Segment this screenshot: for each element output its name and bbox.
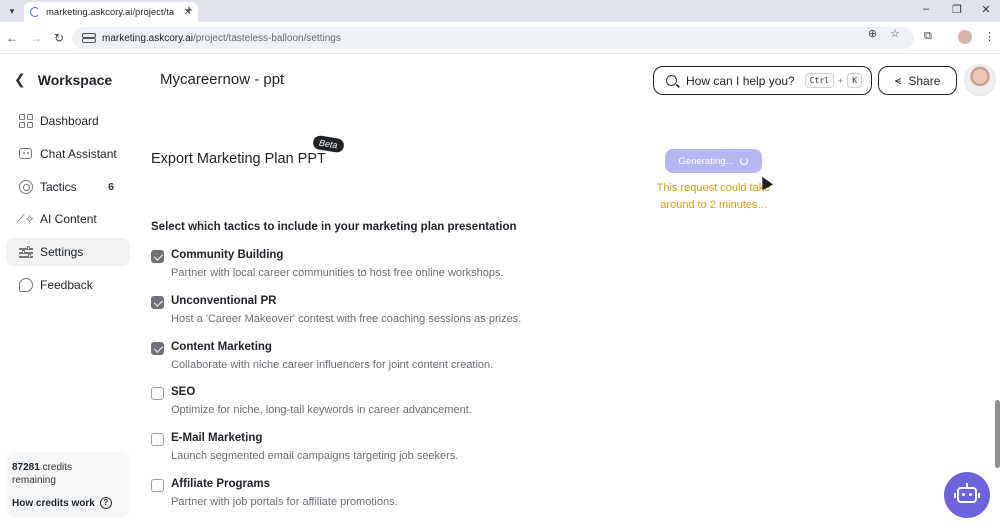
extensions-puzzle-icon[interactable]: ⧉ — [924, 30, 932, 43]
tactic-description: Optimize for niche, long-tail keywords i… — [171, 404, 472, 416]
chat-bubble-icon — [18, 277, 33, 292]
tactics-count-badge: 6 — [108, 180, 114, 193]
spinner-icon — [740, 157, 749, 165]
browser-tab[interactable]: marketing.askcory.ai/project/ta ✕ — [24, 2, 198, 22]
page-scrollbar[interactable] — [995, 400, 1000, 468]
close-window-icon[interactable]: ✕ — [978, 3, 994, 16]
askcory-favicon-icon — [30, 7, 40, 17]
new-tab-plus-icon[interactable]: + — [182, 3, 196, 17]
credits-remaining-label: remaining — [12, 475, 56, 486]
search-icon — [666, 75, 677, 86]
tactic-name: Content Marketing — [171, 341, 272, 353]
how-credits-work-label: How credits work — [12, 497, 95, 509]
robot-icon — [954, 483, 980, 503]
tactic-description: Host a 'Career Makeover' contest with fr… — [171, 313, 522, 325]
tactic-checkbox[interactable] — [151, 433, 164, 446]
restore-window-icon[interactable]: ❐ — [949, 3, 965, 16]
generating-button[interactable]: Generating... — [665, 149, 762, 173]
kbd-ctrl: Ctrl — [804, 73, 834, 88]
sidebar-nav: Dashboard Chat Assistant Tactics 6 ⟋✧ AI… — [6, 107, 130, 304]
tactic-checkbox[interactable] — [151, 250, 164, 263]
sidebar: ❮ Workspace Dashboard Chat Assistant Tac… — [0, 54, 140, 528]
sidebar-item-chat-assistant[interactable]: Chat Assistant — [6, 140, 130, 168]
workspace-label: Workspace — [37, 71, 113, 88]
browser-toolbar: ← → ↻ marketing.askcory.ai/project/taste… — [0, 22, 1000, 54]
user-avatar[interactable] — [964, 64, 996, 96]
chevron-left-icon: ❮ — [14, 71, 26, 87]
share-icon: ⪪ — [894, 73, 902, 87]
tactic-checkbox[interactable] — [151, 387, 164, 400]
browser-menu-kebab-icon[interactable]: ⋮ — [984, 30, 995, 43]
sidebar-item-tactics[interactable]: Tactics 6 — [6, 173, 130, 201]
kbd-k: K — [847, 73, 863, 88]
tactic-name: SEO — [171, 386, 196, 398]
sidebar-item-label: Dashboard — [40, 114, 99, 128]
tactic-checkbox[interactable] — [151, 296, 164, 309]
back-arrow-icon[interactable]: ← — [4, 30, 20, 46]
credits-card: 87281 credits remaining How credits work … — [6, 452, 130, 517]
tactic-description: Partner with local career communities to… — [171, 267, 504, 279]
tactic-name: Affiliate Programs — [171, 478, 271, 490]
project-title: Mycareernow - ppt — [160, 71, 285, 88]
credits-count: 87281 — [12, 462, 40, 473]
magic-wand-icon: ⟋✧ — [16, 211, 35, 226]
credits-suffix: credits — [42, 462, 73, 473]
share-button[interactable]: ⪪ Share — [878, 66, 957, 95]
bot-icon — [18, 146, 33, 161]
reload-icon[interactable]: ↻ — [51, 30, 67, 46]
minimize-window-icon[interactable]: – — [918, 3, 934, 15]
tactics-select-label: Select which tactics to include in your … — [151, 221, 517, 233]
url-domain: marketing.askcory.ai — [102, 32, 193, 44]
credits-remaining-text: 87281 credits remaining — [12, 461, 124, 487]
export-section-title: Export Marketing Plan PPT — [151, 151, 326, 167]
tactic-description: Launch segmented email campaigns targeti… — [171, 450, 459, 462]
dashboard-icon — [18, 114, 33, 129]
settings-main: Export Marketing Plan PPT Beta Generatin… — [150, 106, 990, 528]
tab-search-chevron-icon[interactable]: ▾ — [4, 4, 20, 18]
tactic-name: E-Mail Marketing — [171, 432, 263, 444]
sidebar-item-ai-content[interactable]: ⟋✧ AI Content — [6, 205, 130, 233]
chat-assistant-fab[interactable] — [944, 472, 990, 518]
sidebar-item-dashboard[interactable]: Dashboard — [6, 107, 130, 135]
generating-label: Generating... — [678, 155, 734, 167]
tactic-checkbox[interactable] — [151, 479, 164, 492]
bookmark-star-icon[interactable]: ☆ — [890, 27, 900, 40]
tactic-checkbox[interactable] — [151, 342, 164, 355]
browser-profile-avatar[interactable] — [958, 30, 972, 44]
browser-tabstrip: ▾ marketing.askcory.ai/project/ta ✕ + – … — [0, 0, 1000, 22]
target-icon — [18, 179, 33, 194]
tactic-name: Community Building — [171, 249, 284, 261]
how-credits-work-link[interactable]: How credits work ? — [12, 497, 124, 509]
sidebar-item-label: Tactics — [40, 179, 77, 194]
question-mark-icon: ? — [99, 497, 112, 509]
share-label: Share — [908, 73, 941, 88]
address-bar[interactable]: marketing.askcory.ai/project/tasteless-b… — [72, 27, 914, 49]
help-search-button[interactable]: How can I help you? Ctrl + K — [653, 66, 872, 95]
sidebar-item-label: Settings — [40, 245, 84, 260]
zoom-icon[interactable]: ⊕ — [868, 27, 877, 40]
workspace-back-link[interactable]: ❮ Workspace — [14, 71, 112, 88]
tactic-description: Partner with job portals for affiliate p… — [171, 496, 398, 508]
sidebar-item-settings[interactable]: Settings — [6, 238, 130, 267]
tactic-name: Unconventional PR — [171, 295, 277, 307]
kbd-plus: + — [838, 75, 844, 86]
sidebar-item-label: Chat Assistant — [40, 146, 117, 161]
sidebar-item-label: AI Content — [40, 212, 97, 227]
browser-tab-title: marketing.askcory.ai/project/ta — [46, 6, 175, 18]
sliders-icon — [18, 245, 33, 260]
forward-arrow-icon[interactable]: → — [28, 30, 44, 46]
sidebar-item-label: Feedback — [40, 277, 93, 292]
sidebar-item-feedback[interactable]: Feedback — [6, 271, 130, 299]
url-path: /project/tasteless-balloon/settings — [192, 32, 341, 44]
help-search-placeholder: How can I help you? — [686, 73, 795, 88]
tactic-description: Collaborate with niche career influencer… — [171, 359, 494, 371]
site-settings-icon[interactable] — [82, 33, 96, 43]
app-header: Mycareernow - ppt How can I help you? Ct… — [140, 54, 1000, 106]
